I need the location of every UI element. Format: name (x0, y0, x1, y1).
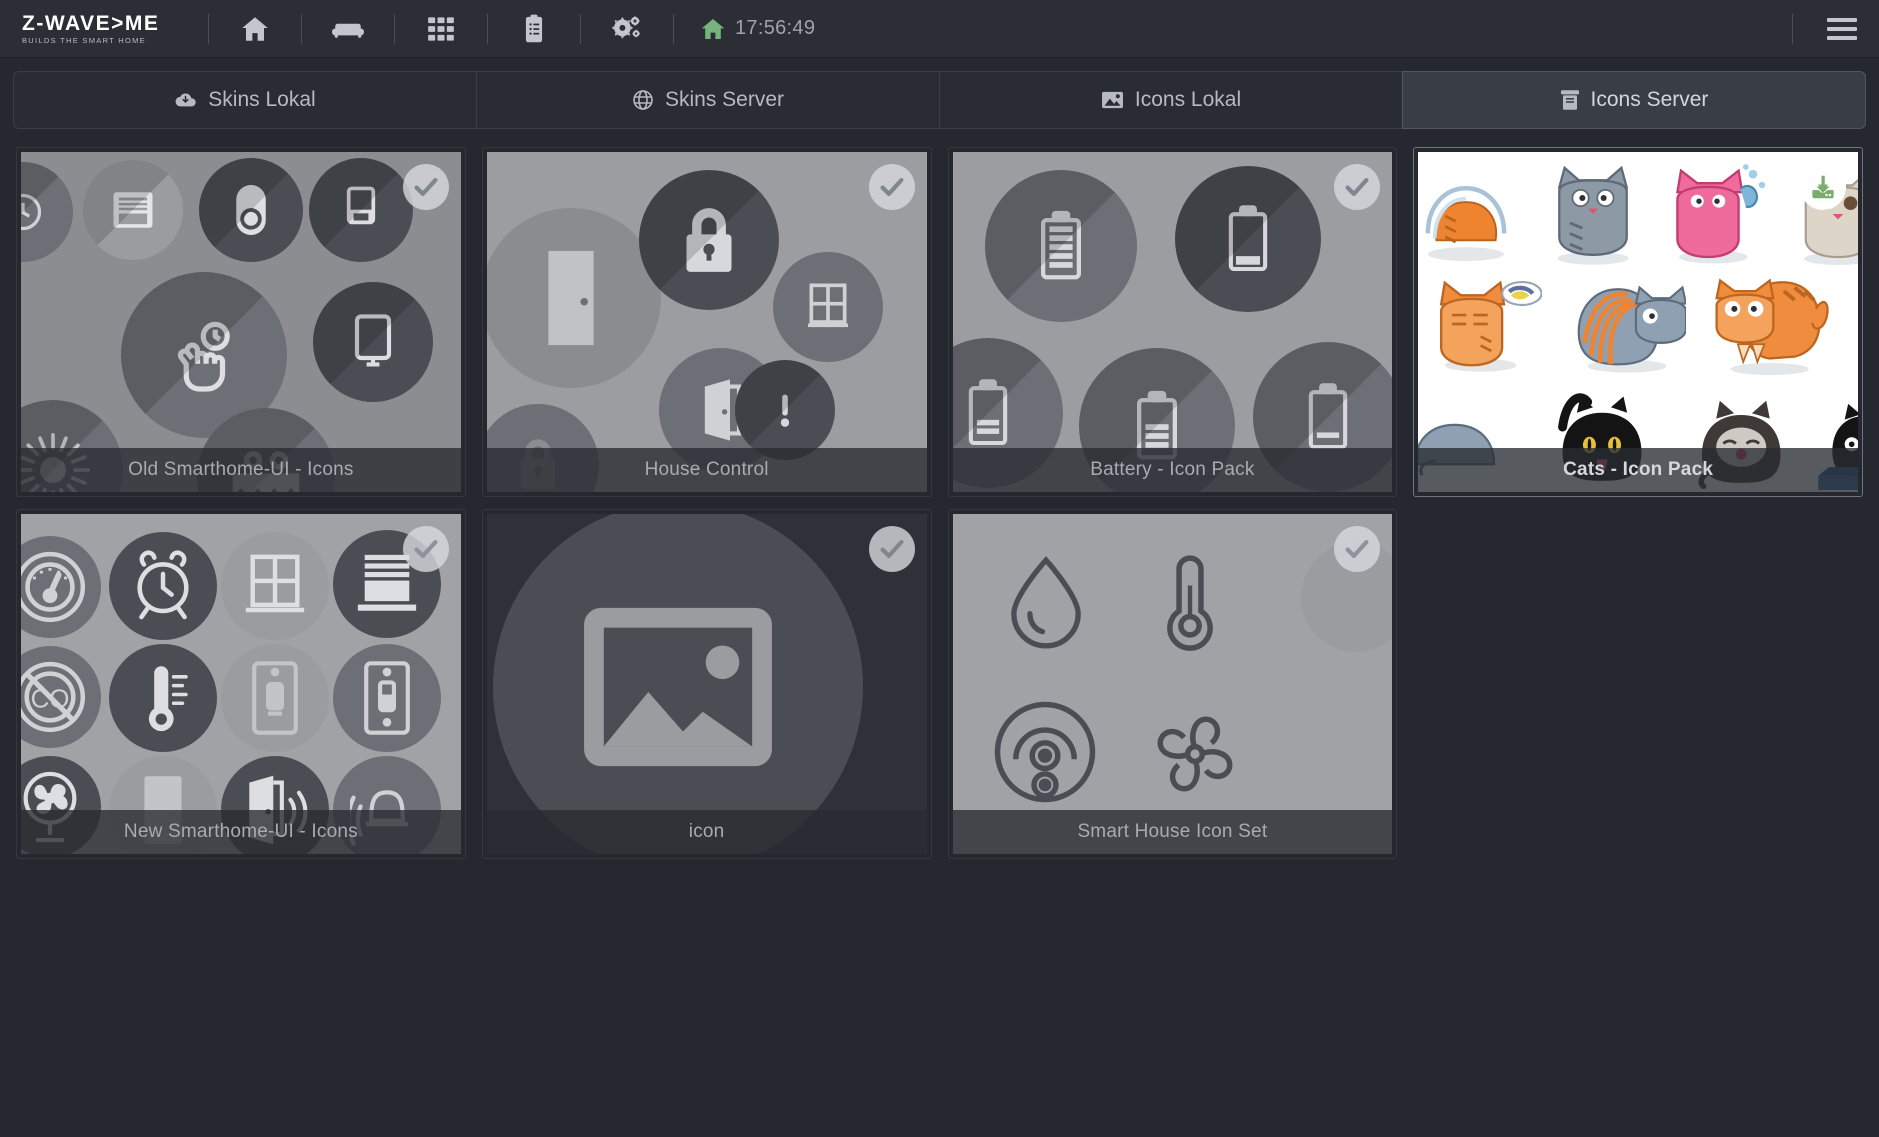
preview-icon-lock (639, 170, 779, 310)
tab-label: Icons Server (1591, 88, 1709, 112)
card-preview: House Control (487, 152, 927, 492)
tab-skins-server[interactable]: Skins Server (476, 71, 939, 129)
cat-gray-in-yarn (1568, 274, 1686, 376)
home-icon[interactable] (235, 9, 275, 49)
card-new-smarthome-ui-icons[interactable]: CO (16, 509, 466, 859)
tab-icons-server[interactable]: Icons Server (1402, 71, 1866, 129)
card-title: Old Smarthome-UI - Icons (21, 448, 461, 492)
card-cats-icon-pack[interactable]: Cats - Icon Pack (1413, 147, 1863, 497)
check-icon[interactable] (1334, 164, 1380, 210)
top-navigation-bar: Z-WAVE>ME BUILDS THE SMART HOME (0, 0, 1879, 58)
divider (580, 14, 581, 44)
preview-icon-door-sensor (309, 158, 413, 262)
preview-icon-thermometer (109, 644, 217, 752)
card-old-smarthome-ui-icons[interactable]: Old Smarthome-UI - Icons (16, 147, 466, 497)
sofa-icon[interactable] (328, 9, 368, 49)
preview-icon-light-switch (221, 644, 329, 752)
card-title: icon (487, 810, 927, 854)
card-preview: CO (21, 514, 461, 854)
card-wrapper: icon (474, 503, 940, 865)
app-logo[interactable]: Z-WAVE>ME BUILDS THE SMART HOME (22, 13, 182, 45)
card-title: Smart House Icon Set (953, 810, 1393, 854)
card-preview: Old Smarthome-UI - Icons (21, 152, 461, 492)
tab-label: Icons Lokal (1135, 88, 1241, 112)
grid-icon[interactable] (421, 9, 461, 49)
check-icon[interactable] (869, 526, 915, 572)
cat-orange-licking (1706, 268, 1830, 378)
card-title: New Smarthome-UI - Icons (21, 810, 461, 854)
cloud-download-icon (174, 90, 197, 110)
hamburger-menu-icon[interactable] (1827, 18, 1857, 40)
preview-icon-switch (199, 158, 303, 262)
clock-time: 17:56:49 (735, 17, 815, 40)
preview-icon-water-drop (991, 548, 1101, 658)
card-wrapper: House Control (474, 141, 940, 503)
card-title: House Control (487, 448, 927, 492)
divider (208, 14, 209, 44)
card-preview: Smart House Icon Set (953, 514, 1393, 854)
house-icon-green (700, 16, 726, 42)
preview-icon-fan-outline (1133, 692, 1257, 816)
divider (301, 14, 302, 44)
card-smart-house-icon-set[interactable]: Smart House Icon Set (948, 509, 1398, 859)
image-icon (1101, 90, 1124, 110)
card-preview: Cats - Icon Pack (1418, 152, 1858, 492)
divider (487, 14, 488, 44)
globe-icon (632, 89, 654, 111)
tab-skins-lokal[interactable]: Skins Lokal (13, 71, 476, 129)
preview-icon-image-placeholder (493, 514, 863, 854)
divider (673, 14, 674, 44)
card-preview: icon (487, 514, 927, 854)
check-icon[interactable] (403, 164, 449, 210)
tab-label: Skins Server (665, 88, 784, 112)
preview-icon-alarm-clock (109, 532, 217, 640)
preview-icon-door (487, 208, 661, 388)
cat-gray-standing (1538, 158, 1648, 270)
preview-icon-motion-sensor (983, 690, 1107, 814)
preview-icon-news (83, 160, 183, 260)
gears-icon[interactable] (607, 9, 647, 49)
card-wrapper: Battery - Icon Pack (940, 141, 1406, 503)
preview-icon-window (221, 532, 329, 640)
tab-bar: Skins Lokal Skins Server Icons Lokal (13, 71, 1866, 129)
card-wrapper: Old Smarthome-UI - Icons (8, 141, 474, 503)
clock-status: 17:56:49 (700, 16, 815, 42)
preview-icon-battery-low (1175, 166, 1321, 312)
divider (394, 14, 395, 44)
card-battery-icon-pack[interactable]: Battery - Icon Pack (948, 147, 1398, 497)
server-icon (1560, 89, 1580, 111)
download-icon[interactable] (1800, 164, 1846, 210)
card-wrapper: CO (8, 503, 474, 865)
tab-label: Skins Lokal (208, 88, 315, 112)
preview-icon-battery-full (985, 170, 1137, 322)
cat-orange-in-bowl (1418, 164, 1518, 268)
preview-icon-thermometer-outline (1135, 544, 1245, 660)
check-icon[interactable] (1334, 526, 1380, 572)
preview-icon-gauge (21, 536, 101, 638)
preview-icon-clock (21, 162, 73, 262)
card-title: Cats - Icon Pack (1418, 448, 1858, 492)
card-house-control[interactable]: House Control (482, 147, 932, 497)
logo-title: Z-WAVE>ME (22, 13, 182, 34)
divider (1792, 14, 1793, 44)
card-icon[interactable]: icon (482, 509, 932, 859)
cat-pink-spraying (1663, 156, 1771, 268)
icon-pack-grid: Old Smarthome-UI - Icons (0, 133, 1879, 865)
cat-orange-dreaming-fish (1430, 272, 1542, 376)
check-icon[interactable] (869, 164, 915, 210)
card-wrapper: Smart House Icon Set (940, 503, 1406, 865)
preview-icon-window (773, 252, 883, 362)
download-arrow-glyph (1808, 172, 1838, 202)
preview-icon-dimmer (333, 644, 441, 752)
clipboard-icon[interactable] (514, 9, 554, 49)
preview-icon-warning (735, 360, 835, 460)
logo-tagline: BUILDS THE SMART HOME (22, 37, 182, 45)
preview-icon-co2: CO (21, 646, 101, 748)
card-title: Battery - Icon Pack (953, 448, 1393, 492)
check-icon[interactable] (403, 526, 449, 572)
card-preview: Battery - Icon Pack (953, 152, 1393, 492)
tab-icons-lokal[interactable]: Icons Lokal (939, 71, 1402, 129)
preview-icon-tablet (313, 282, 433, 402)
card-wrapper: Cats - Icon Pack (1405, 141, 1871, 503)
